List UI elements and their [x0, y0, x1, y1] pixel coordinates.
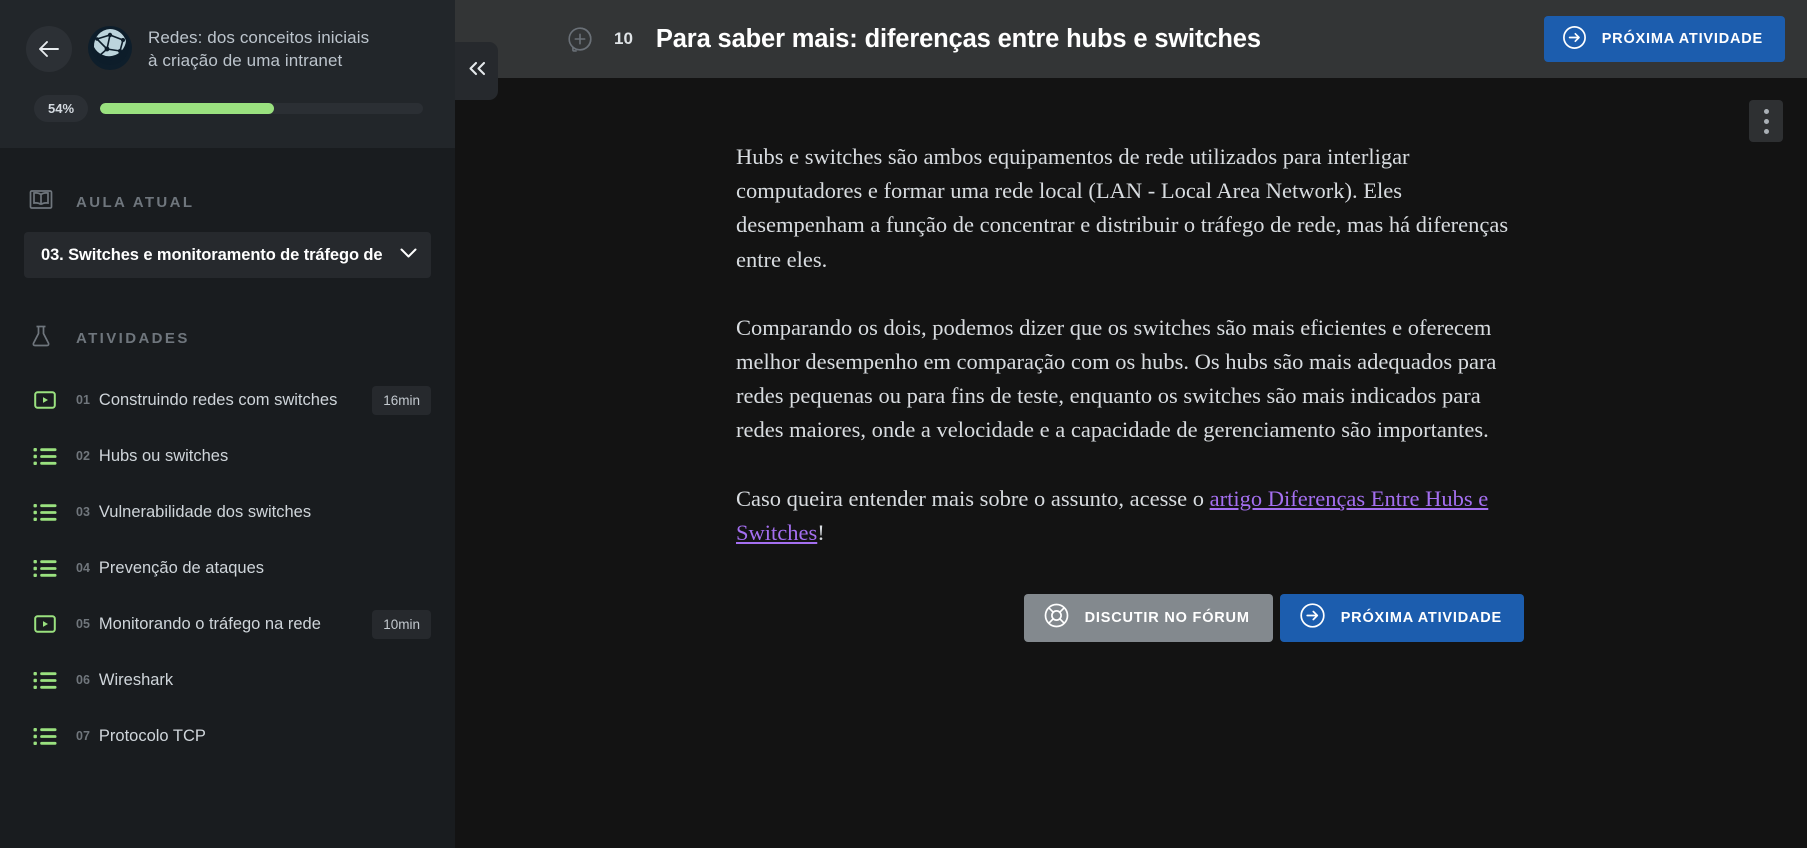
activity-cta-row: DISCUTIR NO FÓRUM PRÓXIMA ATIVIDADE [736, 593, 1526, 642]
activity-list-item[interactable]: 07 Protocolo TCP [0, 708, 455, 764]
activity-content: Hubs e switches são ambos equipamentos d… [736, 78, 1526, 642]
add-comment-icon[interactable] [567, 26, 594, 53]
content-paragraph-2: Comparando os dois, podemos dizer que os… [736, 314, 1497, 443]
more-vertical-icon-dot [1763, 118, 1769, 124]
lesson-selector-value: 03. Switches e monitoramento de tráfego … [41, 245, 383, 264]
progress-percent-label: 54% [34, 94, 89, 122]
paragraph-3-text-before: Caso queira entender mais sobre o assunt… [736, 485, 1210, 511]
activity-options-menu-button[interactable] [1749, 100, 1783, 142]
page-title: Para saber mais: diferenças entre hubs e… [655, 24, 1261, 53]
course-title: Redes: dos conceitos iniciais à criação … [148, 28, 370, 71]
lesson-selector-dropdown[interactable]: 03. Switches e monitoramento de tráfego … [24, 232, 431, 278]
activities-section-header: ATIVIDADES [0, 278, 455, 356]
list-icon [33, 446, 57, 467]
activity-label: Vulnerabilidade dos switches [98, 502, 312, 521]
activity-duration-badge: 10min [372, 609, 431, 639]
activity-number: 03 [76, 505, 90, 519]
list-icon [33, 726, 57, 747]
activity-list-item[interactable]: 02 Hubs ou switches [0, 428, 455, 484]
sidebar-collapse-button[interactable] [455, 42, 498, 100]
activity-list-item[interactable]: 01 Construindo redes com switches 16min [0, 372, 455, 428]
activity-list-item[interactable]: 04 Prevenção de ataques [0, 540, 455, 596]
content-paragraph-3: Caso queira entender mais sobre o assunt… [736, 482, 1526, 550]
arrow-right-circle-icon [1299, 602, 1326, 633]
activity-index: 10 [614, 29, 633, 48]
activity-label: Construindo redes com switches [98, 390, 338, 409]
activity-label: Hubs ou switches [98, 446, 229, 465]
course-sidebar: Redes: dos conceitos iniciais à criação … [0, 0, 455, 848]
activity-label: Protocolo TCP [98, 726, 206, 745]
video-play-icon [33, 388, 57, 412]
more-vertical-icon-dot [1763, 108, 1769, 114]
current-lesson-section-label: AULA ATUAL [76, 193, 195, 211]
activity-number: 02 [76, 449, 90, 463]
activity-label: Wireshark [98, 670, 174, 689]
more-vertical-icon-dot [1763, 128, 1769, 134]
flask-icon [28, 323, 54, 354]
course-progress: 54% [26, 94, 429, 122]
current-lesson-section-header: AULA ATUAL [0, 148, 455, 226]
sidebar-top-row: Redes: dos conceitos iniciais à criação … [26, 22, 429, 73]
list-icon [33, 670, 57, 691]
video-play-icon [33, 612, 57, 636]
activity-number: 04 [76, 561, 90, 575]
activity-number: 07 [76, 729, 90, 743]
activity-list-item[interactable]: 05 Monitorando o tráfego na rede 10min [0, 596, 455, 652]
activity-number: 01 [76, 393, 90, 407]
activity-duration-badge: 16min [372, 385, 431, 415]
arrow-left-icon [38, 40, 60, 58]
activity-header-left: 10 Para saber mais: diferenças entre hub… [455, 25, 1544, 54]
activity-label: Prevenção de ataques [98, 558, 265, 577]
next-activity-button-top[interactable]: PRÓXIMA ATIVIDADE [1543, 16, 1785, 62]
next-activity-button-bottom[interactable]: PRÓXIMA ATIVIDADE [1279, 593, 1524, 642]
activity-label: Monitorando o tráfego na rede [98, 614, 321, 633]
content-paragraph-1: Hubs e switches são ambos equipamentos d… [736, 144, 1509, 272]
next-activity-button-bottom-label: PRÓXIMA ATIVIDADE [1340, 609, 1502, 626]
sidebar-header: Redes: dos conceitos iniciais à criação … [0, 0, 455, 148]
activity-list: 01 Construindo redes com switches 16min 02 H… [0, 372, 455, 764]
network-graph-icon [90, 26, 130, 70]
list-icon [33, 558, 57, 579]
back-button[interactable] [26, 26, 72, 72]
discuss-in-forum-button-label: DISCUTIR NO FÓRUM [1084, 609, 1250, 626]
activity-content-scroll[interactable]: Hubs e switches são ambos equipamentos d… [455, 78, 1807, 848]
course-logo [88, 26, 132, 70]
sidebar-body: AULA ATUAL 03. Switches e monitoramento … [0, 148, 455, 784]
course-player-app: Redes: dos conceitos iniciais à criação … [0, 0, 1807, 848]
progress-bar-track [100, 102, 423, 114]
activity-list-item[interactable]: 03 Vulnerabilidade dos switches [0, 484, 455, 540]
activities-section-label: ATIVIDADES [76, 329, 190, 347]
activity-list-item[interactable]: 06 Wireshark [0, 652, 455, 708]
lifebuoy-icon [1043, 602, 1070, 633]
paragraph-3-text-after: ! [817, 519, 825, 545]
list-icon [33, 502, 57, 523]
open-book-icon [28, 187, 54, 218]
activity-number: 06 [76, 673, 90, 687]
discuss-in-forum-button[interactable]: DISCUTIR NO FÓRUM [1023, 593, 1273, 642]
activity-header: 10 Para saber mais: diferenças entre hub… [455, 0, 1807, 78]
activity-number: 05 [76, 617, 90, 631]
progress-bar-fill [100, 102, 275, 114]
next-activity-button-top-label: PRÓXIMA ATIVIDADE [1601, 31, 1763, 47]
chevrons-left-icon [467, 61, 487, 81]
main-content-area: 10 Para saber mais: diferenças entre hub… [455, 0, 1807, 848]
arrow-right-circle-icon [1562, 25, 1587, 54]
chevron-down-icon [400, 246, 417, 264]
